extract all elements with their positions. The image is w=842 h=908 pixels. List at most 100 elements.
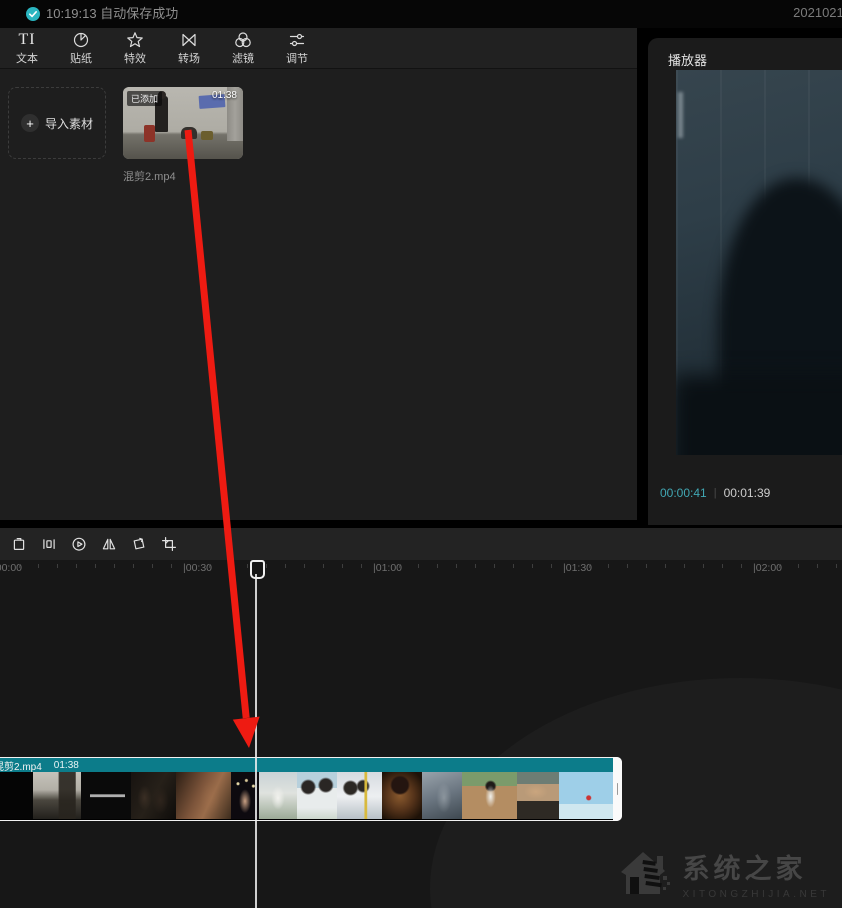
media-clip-card[interactable]: 已添加 01:38 (123, 87, 243, 159)
autosave-time: 10:19:13 (46, 6, 97, 21)
autosave-message: 自动保存成功 (100, 6, 178, 21)
ruler-tick (627, 564, 628, 568)
playhead-handle[interactable] (250, 560, 265, 579)
ruler-tick (209, 564, 210, 568)
ruler-tick (247, 564, 248, 568)
ruler-tick (494, 564, 495, 568)
filmstrip-frame-uniform-girls (297, 772, 337, 819)
ruler-tick (19, 564, 20, 568)
ruler-tick (779, 564, 780, 568)
media-library-panel: + 导入素材 已添加 01:38 混剪2.mp4 (0, 69, 637, 520)
ruler-tick (589, 564, 590, 568)
ruler-tick (171, 564, 172, 568)
playhead-line (255, 574, 257, 908)
freeze-frame-tool-button[interactable] (34, 530, 64, 558)
tab-transition[interactable]: 转场 (162, 28, 216, 68)
ruler-tick (475, 564, 476, 568)
ruler-label: |01:00 (373, 562, 402, 574)
ruler-tick (228, 564, 229, 568)
reverse-play-icon (71, 536, 87, 552)
crop-icon (161, 536, 177, 552)
watermark-text: 系统之家 XITONGZHIJIA.NET (683, 847, 831, 900)
clip-filename: 混剪2.mp4 (123, 168, 176, 184)
player-panel: 播放器 00:00:41 | 00:01:39 (648, 38, 842, 525)
thumb-bag-shape (201, 131, 213, 140)
rotate-tool-button[interactable] (124, 530, 154, 558)
watermark: 系统之家 XITONGZHIJIA.NET (617, 846, 831, 900)
ruler-tick (285, 564, 286, 568)
filmstrip-frame-black (0, 772, 33, 819)
ruler-tick (38, 564, 39, 568)
timeline-ruler[interactable]: |00:00|00:30|01:00|01:30|02:00 (0, 560, 842, 578)
clip-header-duration: 01:38 (54, 760, 79, 771)
video-shoulder-silhouette (676, 375, 842, 455)
player-video-preview[interactable] (676, 70, 842, 455)
ruler-tick (703, 564, 704, 568)
tab-filter[interactable]: 滤镜 (216, 28, 270, 68)
tab-label: 贴纸 (70, 50, 92, 66)
import-material-button[interactable]: + 导入素材 (8, 87, 106, 159)
rotate-icon (131, 536, 147, 552)
filter-circles-icon (234, 30, 252, 49)
filmstrip-frame-warm-people (176, 772, 231, 819)
ruler-tick (798, 564, 799, 568)
tab-label: 特效 (124, 50, 146, 66)
ruler-tick (741, 564, 742, 568)
import-label: 导入素材 (45, 115, 93, 132)
clip-header-name: 混剪2.mp4 (0, 758, 42, 772)
timeline-video-clip[interactable]: 混剪2.mp4 01:38 (0, 757, 622, 821)
delete-tool-button[interactable] (4, 530, 34, 558)
clip-trim-handle-right[interactable] (613, 757, 622, 821)
ruler-tick (95, 564, 96, 568)
ruler-tick (684, 564, 685, 568)
ruler-tick (304, 564, 305, 568)
filmstrip-frame-bright-outdoor (259, 772, 297, 819)
ruler-tick (817, 564, 818, 568)
save-success-icon (26, 7, 40, 21)
filmstrip-frame-computer-room (33, 772, 81, 819)
tab-effects[interactable]: 特效 (108, 28, 162, 68)
filmstrip-frame-gray-scene (422, 772, 462, 819)
ruler-tick (114, 564, 115, 568)
tab-adjust[interactable]: 调节 (270, 28, 324, 68)
player-title: 播放器 (668, 50, 707, 69)
ruler-label: |00:30 (183, 562, 212, 574)
filmstrip-frame-dark-orange-girl (382, 772, 422, 819)
filmstrip-frame-beach-sky (559, 772, 613, 819)
sliders-icon (288, 30, 306, 49)
filmstrip-frame-subtitle-black (81, 772, 131, 819)
watermark-title: 系统之家 (683, 847, 831, 886)
player-timecode: 00:00:41 | 00:01:39 (660, 486, 770, 500)
video-highlight (678, 92, 683, 138)
filmstrip-frame-bus-scene (337, 772, 382, 819)
total-time: 00:01:39 (724, 486, 771, 500)
tab-text[interactable]: TI 文本 (0, 28, 54, 68)
watermark-house-icon (617, 846, 671, 900)
ruler-tick (551, 564, 552, 568)
ruler-tick (76, 564, 77, 568)
star-effects-icon (126, 30, 144, 49)
tab-sticker[interactable]: 贴纸 (54, 28, 108, 68)
ruler-tick (437, 564, 438, 568)
sticker-icon (72, 30, 90, 49)
thumb-crouch-shape (181, 127, 197, 139)
timeline-panel: |00:00|00:30|01:00|01:30|02:00 混剪2.mp4 0… (0, 528, 842, 908)
app-window: { "status_bar": { "save_time": "10:19:13… (0, 0, 842, 908)
ruler-tick (665, 564, 666, 568)
handle-grip (617, 783, 619, 795)
watermark-site: XITONGZHIJIA.NET (683, 889, 831, 900)
ruler-tick (133, 564, 134, 568)
text-icon: TI (18, 30, 35, 49)
trash-icon (11, 536, 27, 552)
clip-filmstrip (0, 772, 621, 819)
crop-tool-button[interactable] (154, 530, 184, 558)
ruler-tick (456, 564, 457, 568)
clip-header-bar: 混剪2.mp4 01:38 (0, 758, 621, 772)
ruler-tick (361, 564, 362, 568)
reverse-play-tool-button[interactable] (64, 530, 94, 558)
filmstrip-frame-handstand (517, 772, 559, 819)
mirror-tool-button[interactable] (94, 530, 124, 558)
ruler-tick (57, 564, 58, 568)
time-separator: | (714, 487, 717, 499)
ruler-label: |02:00 (753, 562, 782, 574)
